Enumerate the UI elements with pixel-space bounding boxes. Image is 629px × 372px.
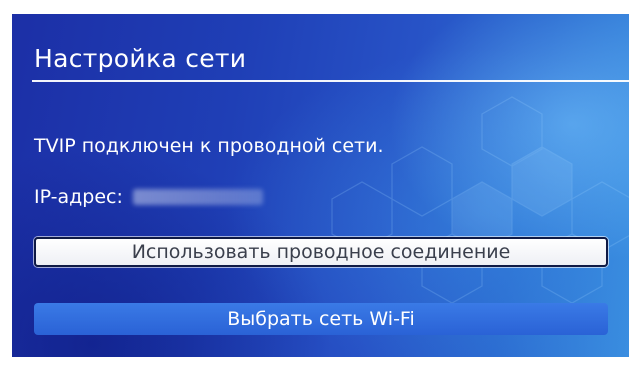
choose-wifi-network-label: Выбрать сеть Wi-Fi (227, 308, 415, 330)
use-wired-connection-label: Использовать проводное соединение (131, 241, 511, 263)
choose-wifi-network-button[interactable]: Выбрать сеть Wi-Fi (34, 303, 608, 335)
use-wired-connection-button[interactable]: Использовать проводное соединение (34, 237, 608, 267)
page-title: Настройка сети (34, 44, 247, 73)
ip-address-row: IP-адрес: **.**.**.*** (34, 186, 263, 208)
ip-address-value: **.**.**.*** (132, 189, 263, 205)
title-divider (32, 80, 629, 82)
connection-status-text: TVIP подключен к проводной сети. (34, 135, 384, 157)
tv-screen: Настройка сети TVIP подключен к проводно… (12, 14, 629, 357)
ip-address-label: IP-адрес: (34, 186, 123, 208)
